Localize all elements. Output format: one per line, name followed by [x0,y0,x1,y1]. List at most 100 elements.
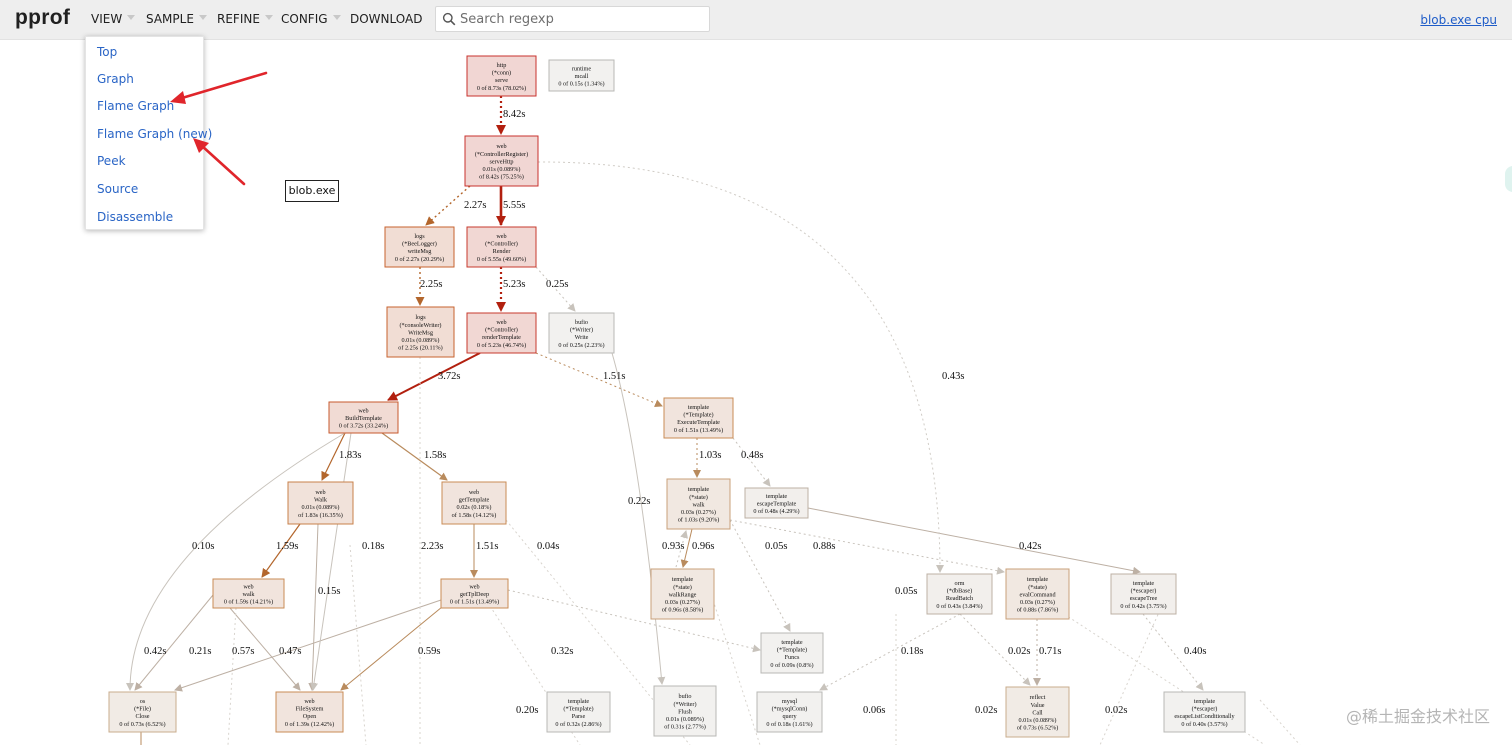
graph-edge [1259,699,1301,745]
graph-node-n23[interactable]: webFileSystemOpen0 of 1.39s (12.42%) [275,691,344,733]
graph-node-text: 0 of 3.72s (33.24%) [339,423,388,430]
graph-node-text: ReadBatch [946,595,974,602]
config-menu-button[interactable]: CONFIG [281,12,341,26]
graph-node-n9[interactable]: webBuildTemplate0 of 3.72s (33.24%) [328,401,399,434]
view-menu-item-top[interactable]: Top [97,45,117,59]
graph-node-n4[interactable]: logs(*BeeLogger)writeMsg0 of 2.27s (20.2… [384,226,455,268]
graph-node-n21[interactable]: template(*Template)Funcs0 of 0.09s (0.8%… [760,632,824,674]
edge-weight-label: 1.03s [699,450,721,461]
top-toolbar: pprof VIEW SAMPLE REFINE CONFIG DOWNLOAD… [0,0,1512,40]
edge-weight-label: 0.22s [628,496,650,507]
graph-node-n5[interactable]: web(*Controller)Render0 of 5.55s (49.60%… [466,226,537,268]
graph-node-text: 0 of 5.23s (46.74%) [477,342,526,349]
graph-node-n20[interactable]: template(*escaper)escapeTree0 of 0.42s (… [1110,573,1177,615]
graph-node-text: Funcs [785,654,800,661]
graph-node-n8[interactable]: bufio(*Writer)Write0 of 0.25s (2.23%) [548,312,615,354]
view-menu-item-flame-graph[interactable]: Flame Graph [97,99,174,113]
graph-node-text: (*Template) [563,706,593,713]
graph-node-n26[interactable]: mysql(*mysqlConn)query0 of 0.18s (1.61%) [756,691,823,733]
graph-node-n16[interactable]: webgetTplDeep0 of 1.51s (13.49%) [440,578,509,609]
graph-node-n27[interactable]: reflectValueCall0.01s (0.089%)of 0.73s (… [1005,686,1070,738]
graph-node-text: FileSystem [296,706,324,713]
view-menu-button[interactable]: VIEW [91,12,136,26]
view-menu-item-graph[interactable]: Graph [97,72,134,86]
graph-node-text: serveHttp [489,158,513,165]
download-menu-button[interactable]: DOWNLOAD [350,12,422,26]
graph-node-text: 0 of 0.73s (6.52%) [119,721,165,728]
graph-node-text: renderTemplate [482,334,521,341]
graph-node-text: 0.03s (0.27%) [1020,599,1055,606]
view-menu-item-source[interactable]: Source [97,182,138,196]
graph-node-text: getTplDeep [460,591,489,598]
edge-weight-label: 0.10s [192,541,214,552]
scroll-handle[interactable] [1505,166,1512,192]
graph-node-text: (*dbBase) [947,588,972,595]
graph-node-text: of 2.25s (20.11%) [398,345,442,352]
refine-menu-button[interactable]: REFINE [217,12,273,26]
graph-node-n7[interactable]: web(*Controller)renderTemplate0 of 5.23s… [466,312,537,354]
graph-node-text: 0.03s (0.27%) [681,509,716,516]
graph-node-n1[interactable]: http(*conn)serve0 of 8.73s (78.02%) [466,55,537,97]
edge-weight-label: 0.42s [1019,541,1041,552]
edge-weight-label: 1.83s [339,450,361,461]
view-menu-item-disassemble[interactable]: Disassemble [97,210,173,224]
graph-node-text: web [496,319,506,326]
watermark-text: @稀土掘金技术社区 [1345,707,1490,726]
graph-node-n2[interactable]: runtimemcall0 of 0.15s (1.34%) [548,59,615,92]
graph-node-text: (*state) [1028,584,1047,591]
graph-node-text: (*BeeLogger) [402,241,437,248]
edge-weight-label: 0.05s [765,541,787,552]
graph-node-text: web [243,583,253,590]
profile-link[interactable]: blob.exe cpu [1420,13,1497,27]
view-menu-item-flame-graph-new[interactable]: Flame Graph (new) [97,127,212,141]
graph-node-n28[interactable]: template(*escaper)escapeListConditionall… [1163,691,1246,733]
graph-node-text: 0.01s (0.089%) [1019,717,1057,724]
graph-node-text: reflect [1030,694,1046,701]
graph-node-n10[interactable]: template(*Template)ExecuteTemplate0 of 1… [663,397,734,439]
graph-node-text: template [568,698,590,705]
search-box[interactable] [435,6,710,32]
graph-node-text: of 1.03s (9.20%) [678,517,720,524]
graph-node-n22[interactable]: os(*File)Close0 of 0.73s (6.52%) [108,691,177,733]
graph-node-n6[interactable]: logs(*consoleWriter)WriteMsg0.01s (0.089… [386,306,455,358]
graph-node-n12[interactable]: webgetTemplate0.02s (0.18%)of 1.58s (14.… [441,481,507,525]
graph-node-n11[interactable]: webWalk0.01s (0.089%)of 1.83s (16.35%) [287,481,354,525]
graph-node-n14[interactable]: templateescapeTemplate0 of 0.48s (4.29%) [744,487,809,519]
edge-weight-label: 0.88s [813,541,835,552]
config-menu-label: CONFIG [281,12,328,26]
graph-node-text: ExecuteTemplate [677,419,720,426]
graph-edge [134,594,214,691]
graph-node-n13[interactable]: template(*state)walk0.03s (0.27%)of 1.03… [666,478,731,530]
graph-node-text: web [496,143,506,150]
graph-node-text: bufio [575,319,588,326]
view-menu-item-peek[interactable]: Peek [97,154,126,168]
chevron-down-icon [198,15,207,20]
graph-node-n24[interactable]: template(*Template)Parse0 of 0.32s (2.86… [546,691,611,733]
edge-weight-label: 5.23s [503,279,525,290]
graph-node-n3[interactable]: web(*ControllerRegister)serveHttp0.01s (… [464,135,539,187]
search-input[interactable] [460,9,705,29]
chevron-down-icon [264,15,273,20]
graph-node-text: 0 of 2.27s (20.29%) [395,256,444,263]
graph-node-text: (*Template) [683,412,713,419]
graph-node-text: (*escaper) [1192,706,1218,713]
sample-menu-label: SAMPLE [146,12,194,26]
graph-node-text: mcall [575,73,589,80]
graph-node-text: (*Writer) [673,701,696,708]
graph-node-text: Write [575,334,589,341]
edge-weight-label: 0.59s [418,646,440,657]
graph-node-text: 0 of 0.32s (2.86%) [555,721,601,728]
graph-node-n17[interactable]: template(*state)walkRange0.03s (0.27%)of… [650,568,715,620]
graph-node-n19[interactable]: template(*state)evalCommand0.03s (0.27%)… [1005,568,1070,620]
graph-node-n15[interactable]: webwalk0 of 1.59s (14.21%) [212,578,285,609]
graph-node-text: BuildTemplate [345,415,382,422]
edge-weight-label: 0.15s [318,586,340,597]
sample-menu-button[interactable]: SAMPLE [146,12,207,26]
graph-node-text: 0 of 0.09s (0.8%) [770,662,813,669]
graph-node-text: template [781,639,803,646]
graph-node-text: (*ControllerRegister) [475,151,528,158]
graph-node-text: 0 of 0.48s (4.29%) [753,508,799,515]
graph-node-n18[interactable]: orm(*dbBase)ReadBatch0 of 0.43s (3.84%) [926,573,993,615]
graph-node-n25[interactable]: bufio(*Writer)Flush0.01s (0.089%)of 0.31… [653,685,717,737]
graph-node-text: escapeTree [1130,595,1158,602]
